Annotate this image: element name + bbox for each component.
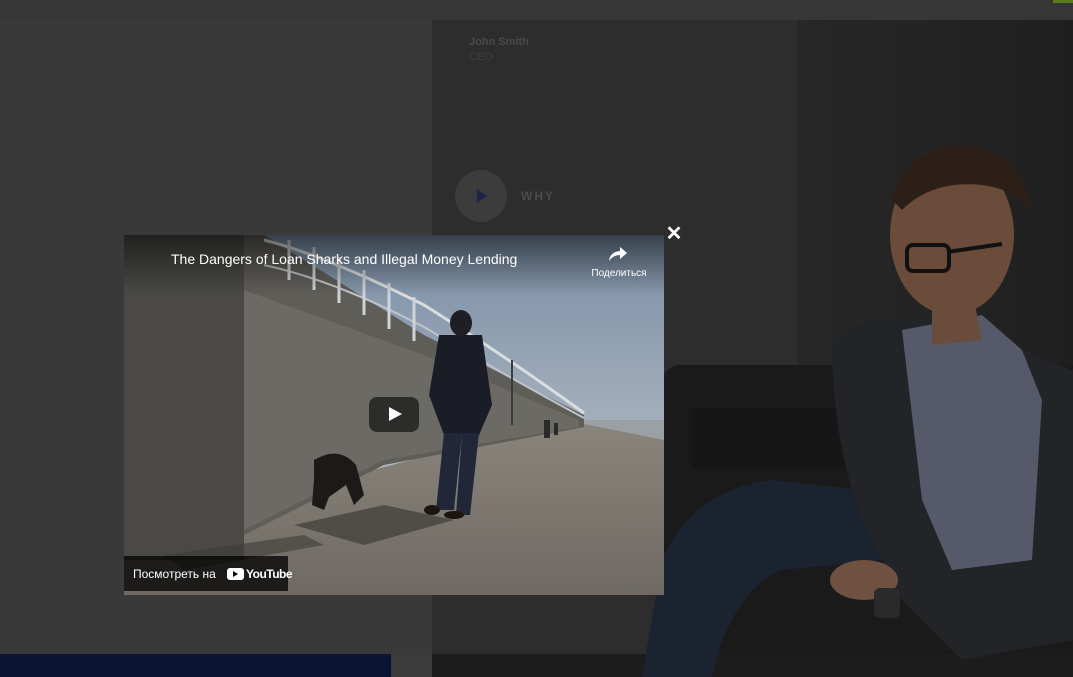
share-arrow-icon: [609, 247, 627, 261]
play-icon: [389, 407, 402, 421]
video-play-button[interactable]: [369, 397, 419, 432]
person-photo: [642, 145, 1073, 677]
youtube-wordmark: YouTube: [246, 567, 293, 581]
top-bar: [0, 0, 1073, 20]
play-icon: [477, 189, 487, 203]
person-role: CEO: [469, 51, 493, 63]
watch-on-youtube-button[interactable]: Посмотреть на YouTube: [124, 556, 293, 591]
navy-footer-block: [0, 654, 391, 677]
video-title[interactable]: The Dangers of Loan Sharks and Illegal M…: [171, 251, 517, 267]
person-name: John Smith: [469, 36, 529, 48]
close-modal-button[interactable]: ✕: [664, 224, 684, 244]
share-label: Поделиться: [591, 268, 647, 279]
youtube-video-player[interactable]: The Dangers of Loan Sharks and Illegal M…: [124, 235, 664, 595]
watch-on-label: Посмотреть на: [133, 567, 216, 581]
why-label: WHY: [521, 189, 555, 203]
close-icon: ✕: [665, 223, 683, 245]
share-button[interactable]: Поделиться: [586, 245, 652, 285]
top-accent: [1053, 0, 1073, 3]
